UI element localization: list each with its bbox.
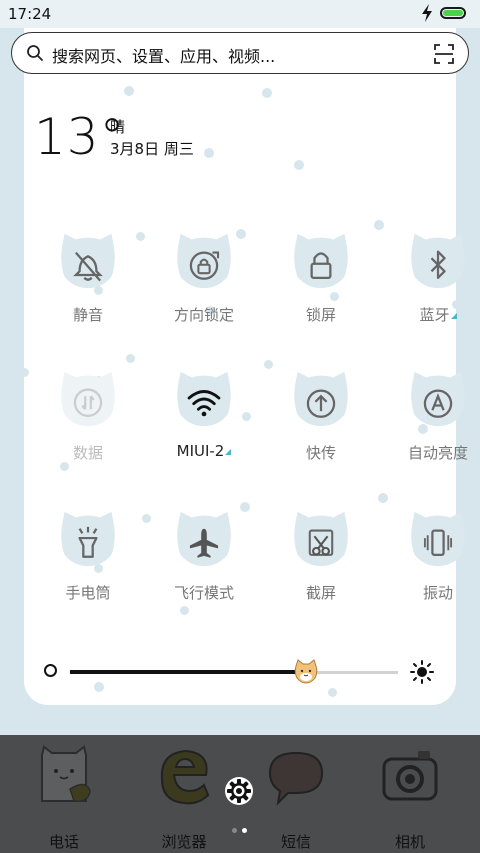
- toggle-label: 快传: [305, 444, 336, 462]
- toggle-label: MIUI-2: [149, 442, 259, 460]
- screenshot-icon: [294, 511, 348, 567]
- dock-app-label: 电话: [48, 833, 79, 851]
- search-bar[interactable]: 搜索网页、设置、应用、视频...: [11, 32, 469, 74]
- lock-icon: [294, 233, 348, 289]
- message-bubble-icon: [268, 751, 324, 806]
- toggle-airplane[interactable]: 飞行模式: [149, 510, 259, 620]
- vibrate-icon: [411, 511, 465, 567]
- airplane-icon: [177, 511, 231, 567]
- toggle-auto-brightness[interactable]: 自动亮度: [383, 370, 480, 480]
- auto-brightness-icon: [411, 371, 465, 427]
- toggle-label: 振动: [422, 584, 453, 602]
- toggle-label: 手电筒: [65, 584, 111, 602]
- toggle-label: 数据: [72, 444, 103, 462]
- toggle-label: 蓝牙: [383, 304, 480, 325]
- more-indicator: [450, 313, 457, 319]
- battery-icon: [440, 7, 466, 19]
- toggle-label: 静音: [72, 306, 103, 324]
- flashlight-icon: [61, 511, 115, 567]
- toggle-mobile-data[interactable]: 数据: [33, 370, 143, 480]
- toggle-vibrate[interactable]: 振动: [383, 510, 480, 620]
- dock-app-label: 浏览器: [161, 833, 207, 851]
- share-icon: [294, 371, 348, 427]
- cat-face-icon[interactable]: [293, 658, 319, 684]
- rotation-lock-icon: [177, 233, 231, 289]
- page-indicator-dot: [232, 828, 237, 833]
- camera-icon: [382, 751, 438, 801]
- toggle-label: 方向锁定: [173, 306, 234, 324]
- brightness-low-icon: [44, 664, 57, 677]
- toggle-wifi[interactable]: MIUI-2: [149, 370, 259, 480]
- search-placeholder[interactable]: 搜索网页、设置、应用、视频...: [52, 43, 275, 67]
- status-time: 17:24: [8, 5, 52, 23]
- weather-date: 3月8日 周三: [110, 140, 194, 158]
- mobile-data-icon: [61, 371, 115, 427]
- gear-icon[interactable]: [224, 776, 254, 806]
- brightness-fill: [70, 670, 306, 674]
- page-indicator-dot: [242, 828, 247, 833]
- browser-e-icon: [160, 749, 210, 805]
- search-icon: [27, 45, 43, 61]
- toggle-lock[interactable]: 锁屏: [266, 232, 376, 342]
- scan-icon[interactable]: [434, 44, 454, 64]
- dock-app-camera[interactable]: 相机: [362, 745, 458, 851]
- toggle-flashlight[interactable]: 手电筒: [33, 510, 143, 620]
- toggle-label: 自动亮度: [407, 444, 468, 462]
- bell-off-icon: [61, 233, 115, 289]
- dock-app-label: 短信: [280, 833, 311, 851]
- toggle-bell-off[interactable]: 静音: [33, 232, 143, 342]
- toggle-label: 飞行模式: [173, 584, 234, 602]
- dock-app-phone[interactable]: 电话: [16, 745, 112, 851]
- toggle-screenshot[interactable]: 截屏: [266, 510, 376, 620]
- toggle-rotation-lock[interactable]: 方向锁定: [149, 232, 259, 342]
- weather-condition: 晴: [110, 118, 126, 136]
- status-bar: [0, 0, 480, 28]
- wifi-icon: [177, 371, 231, 427]
- toggle-label: 截屏: [305, 584, 336, 602]
- toggle-bluetooth[interactable]: 蓝牙: [383, 232, 480, 342]
- lightning-icon: [422, 4, 432, 22]
- bluetooth-icon: [411, 233, 465, 289]
- dock-app-messages[interactable]: 短信: [248, 745, 344, 851]
- more-indicator: [225, 449, 232, 455]
- toggle-share[interactable]: 快传: [266, 370, 376, 480]
- phone-cat-icon: [41, 745, 91, 803]
- brightness-high-icon: [410, 660, 434, 684]
- dock-app-label: 相机: [394, 833, 425, 851]
- dock-app-browser[interactable]: 浏览器: [136, 745, 232, 851]
- toggle-label: 锁屏: [305, 306, 336, 324]
